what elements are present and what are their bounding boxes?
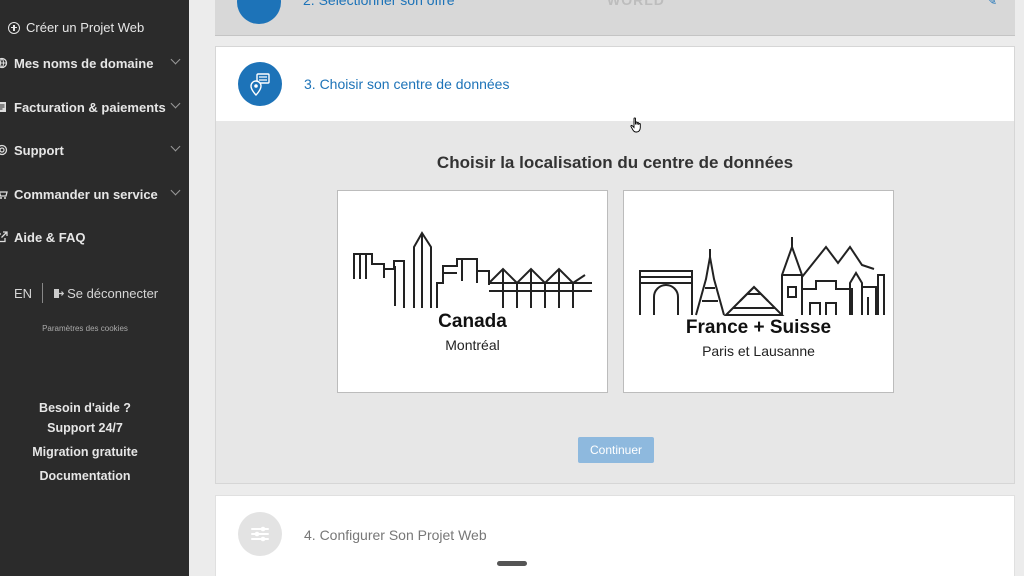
sidebar-item-label: Facturation & paiements [14, 99, 166, 115]
chevron-down-icon [170, 54, 181, 65]
lang-logout-row: EN Se déconnecter [14, 283, 158, 303]
need-help-label: Besoin d'aide ? [39, 401, 131, 415]
sidebar-item-label: Commander un service [14, 186, 158, 202]
sidebar-item-support[interactable]: Support [0, 138, 189, 162]
step-4-card[interactable]: 4. Configurer Son Projet Web [215, 495, 1015, 576]
sidebar-item-label: Support [14, 142, 64, 158]
help-section: Besoin d'aide ? Support 24/7 Migration g… [0, 398, 170, 486]
documentation-link[interactable]: Documentation [0, 466, 170, 486]
step-3-header[interactable]: 3. Choisir son centre de données [216, 47, 1014, 121]
sidebar-item-help-faq[interactable]: Aide & FAQ [0, 225, 189, 249]
support-247-link[interactable]: Support 24/7 [0, 418, 170, 438]
hand-cursor-icon [630, 117, 641, 133]
sidebar-item-order-service[interactable]: Commander un service [0, 182, 189, 206]
step-4-title: 4. Configurer Son Projet Web [304, 527, 487, 543]
sidebar-item-label: Mes noms de domaine [14, 55, 154, 71]
paris-lausanne-skyline-illustration [639, 237, 885, 316]
sidebar-item-domains[interactable]: Mes noms de domaine [0, 51, 189, 75]
world-logo: WORLD [607, 0, 665, 8]
language-switch[interactable]: EN [14, 286, 32, 301]
datacenter-location-icon [238, 62, 282, 106]
lifebuoy-icon [0, 144, 8, 156]
step-2-icon [237, 0, 281, 24]
location-option-canada[interactable]: Canada Montréal [337, 190, 608, 393]
edit-pencil-icon[interactable]: ✎ [987, 0, 997, 8]
sliders-icon [238, 512, 282, 556]
step-3-card: 3. Choisir son centre de données Choisir… [215, 46, 1015, 484]
logout-icon [54, 288, 65, 298]
create-project-label: Créer un Projet Web [26, 20, 145, 35]
document-icon [0, 101, 8, 113]
sidebar-item-label: Aide & FAQ [14, 229, 86, 245]
free-migration-link[interactable]: Migration gratuite [0, 442, 170, 462]
chevron-down-icon [170, 185, 181, 196]
continue-button[interactable]: Continuer [578, 437, 654, 463]
location-heading: Choisir la localisation du centre de don… [436, 153, 794, 172]
step-3-title: 3. Choisir son centre de données [304, 76, 510, 92]
location-option-france-switzerland[interactable]: France + Suisse Paris et Lausanne [623, 190, 894, 393]
location-city: Paris et Lausanne [702, 343, 815, 359]
location-city: Montréal [445, 337, 500, 353]
step-2-title: 2. Sélectionner son offre [303, 0, 455, 8]
external-link-icon [0, 231, 8, 243]
chevron-down-icon [170, 98, 181, 109]
create-project-button[interactable]: Créer un Projet Web [8, 20, 144, 35]
logout-label: Se déconnecter [67, 285, 159, 301]
logout-link[interactable]: Se déconnecter [53, 286, 158, 301]
sidebar-item-billing[interactable]: Facturation & paiements [0, 95, 189, 119]
step-2-card: 2. Sélectionner son offre WORLD ✎ [215, 0, 1015, 36]
location-name: Canada [438, 311, 507, 332]
cookie-settings-link[interactable]: Paramètres des cookies [0, 324, 170, 333]
scroll-handle[interactable] [497, 561, 527, 566]
location-name: France + Suisse [685, 317, 832, 338]
sidebar: Créer un Projet Web Mes noms de domaine … [0, 0, 189, 576]
plus-circle-icon [8, 21, 20, 34]
montreal-skyline-illustration [353, 231, 592, 308]
divider [42, 283, 44, 303]
cart-icon [0, 188, 8, 200]
globe-icon [0, 57, 8, 69]
chevron-down-icon [170, 141, 181, 152]
